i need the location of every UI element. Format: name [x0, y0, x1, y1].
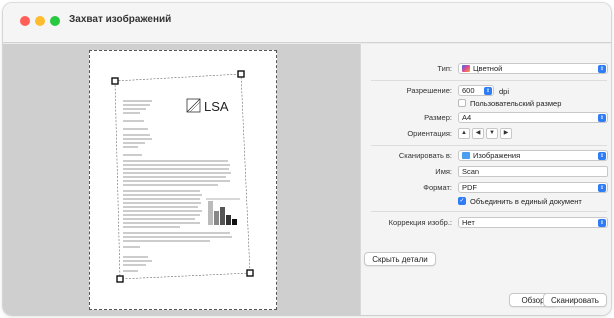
- resolution-unit: dpi: [499, 87, 510, 96]
- document-preview-graphic: LSA: [111, 70, 254, 283]
- size-value: A4: [462, 113, 472, 122]
- scan-button[interactable]: Сканировать: [543, 293, 607, 307]
- format-popup[interactable]: PDF ⇕: [458, 182, 608, 193]
- orientation-label: Ориентация:: [407, 129, 452, 138]
- orientation-left-button[interactable]: ◀: [472, 128, 484, 139]
- chevron-up-down-icon: ⇕: [598, 114, 606, 122]
- divider: [371, 80, 607, 81]
- crop-handle-top-left[interactable]: [111, 77, 119, 85]
- chevron-up-down-icon: ⇕: [598, 184, 606, 192]
- resolution-popup[interactable]: 600 ⇕: [458, 85, 494, 96]
- format-label: Формат:: [423, 183, 452, 192]
- orientation-down-button[interactable]: ▼: [486, 128, 498, 139]
- format-value: PDF: [462, 183, 477, 192]
- resolution-label: Разрешение:: [406, 86, 452, 95]
- scanned-page-preview: LSA: [89, 50, 277, 310]
- type-value: Цветной: [473, 64, 503, 73]
- combine-checkbox[interactable]: ✓: [458, 197, 466, 205]
- document-text-lines: [123, 100, 232, 272]
- scan-to-popup[interactable]: Изображения ⇕: [458, 150, 608, 161]
- scan-to-value: Изображения: [473, 151, 521, 160]
- custom-size-checkbox[interactable]: [458, 99, 466, 107]
- resolution-value: 600: [462, 86, 475, 95]
- type-label: Тип:: [437, 64, 452, 73]
- name-field[interactable]: Scan: [458, 166, 608, 177]
- combine-label: Объединить в единый документ: [470, 197, 582, 206]
- crop-handle-bottom-left[interactable]: [116, 275, 124, 283]
- chevron-up-down-icon: ⇕: [598, 65, 606, 73]
- crop-handle-bottom-right[interactable]: [246, 269, 254, 277]
- minimize-window-button[interactable]: [35, 16, 45, 26]
- correction-label: Коррекция изобр.:: [388, 218, 452, 227]
- crop-handle-top-right[interactable]: [237, 70, 245, 78]
- divider: [371, 145, 607, 146]
- correction-value: Нет: [462, 218, 475, 227]
- hide-details-button[interactable]: Скрыть детали: [364, 252, 436, 266]
- scan-to-label: Сканировать в:: [398, 151, 452, 160]
- orientation-right-button[interactable]: ▶: [500, 128, 512, 139]
- scan-settings-panel: Тип: Цветной ⇕ Разрешение: 600 ⇕ dpi Пол…: [360, 44, 611, 315]
- type-popup[interactable]: Цветной ⇕: [458, 63, 608, 74]
- orientation-buttons: ▲ ◀ ▼ ▶: [458, 128, 512, 139]
- size-popup[interactable]: A4 ⇕: [458, 112, 608, 123]
- size-label: Размер:: [424, 113, 452, 122]
- divider: [371, 211, 607, 212]
- chevron-up-down-icon: ⇕: [598, 152, 606, 160]
- chevron-up-down-icon: ⇕: [598, 219, 606, 227]
- chevron-up-down-icon: ⇕: [484, 87, 492, 95]
- orientation-portrait-button[interactable]: ▲: [458, 128, 470, 139]
- document-bar-graphic: [206, 198, 240, 225]
- custom-size-label: Пользовательский размер: [470, 99, 562, 108]
- document-logo-text: LSA: [204, 99, 229, 114]
- title-bar: Захват изображений: [3, 3, 611, 43]
- document-logo-mark: [186, 98, 201, 113]
- zoom-window-button[interactable]: [50, 16, 60, 26]
- image-capture-window: Захват изображений LSA Тип: Цветной ⇕ Ра…: [3, 3, 611, 315]
- name-label: Имя:: [435, 167, 452, 176]
- window-title: Захват изображений: [69, 14, 172, 25]
- scan-preview-area[interactable]: LSA: [3, 44, 360, 315]
- color-swatch-icon: [462, 65, 470, 72]
- correction-popup[interactable]: Нет ⇕: [458, 217, 608, 228]
- close-window-button[interactable]: [20, 16, 30, 26]
- folder-icon: [462, 152, 470, 159]
